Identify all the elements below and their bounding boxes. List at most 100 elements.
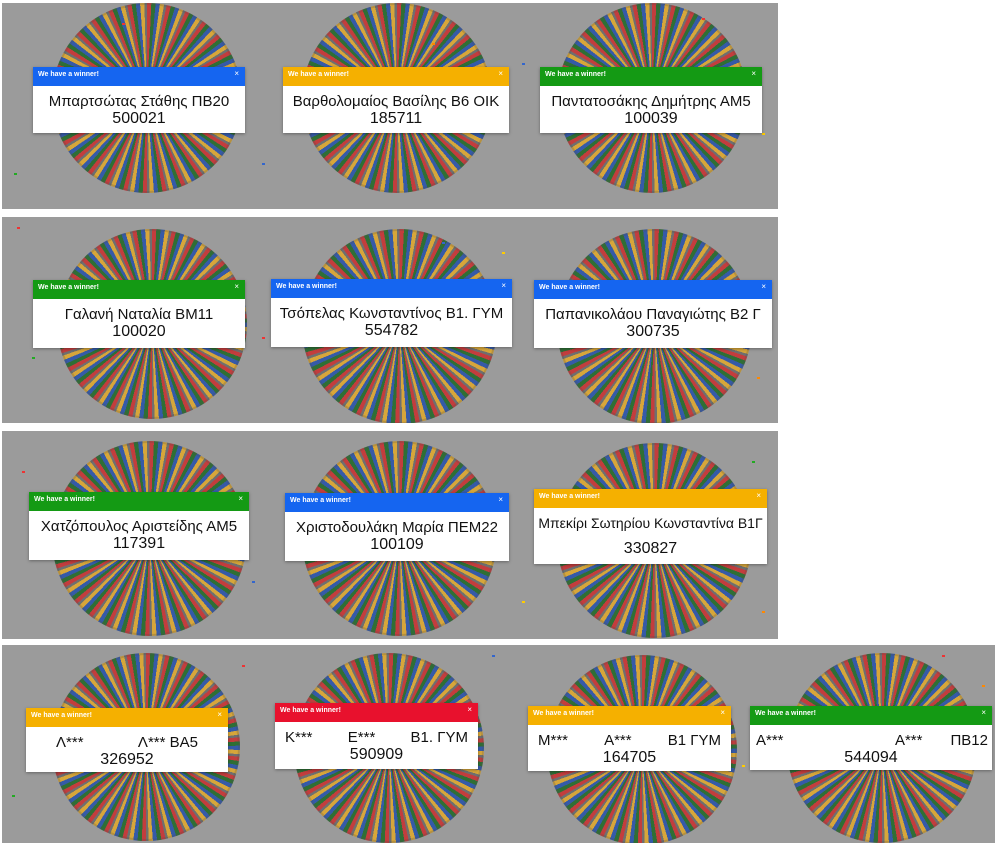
popup-header: We have a winner! × [285,493,509,512]
popup-title: We have a winner! [545,71,606,78]
confetti [442,242,445,244]
confetti [762,133,765,135]
masked-surname: Λ*** [56,734,84,751]
winner-popup: We have a winner! × Γαλανή Ναταλία ΒΜ11 … [33,280,245,348]
confetti [752,461,755,463]
close-icon[interactable]: × [981,708,986,718]
winner-popup: We have a winner! × Μπαρτσώτας Στάθης ΠΒ… [33,67,245,133]
confetti [942,655,945,657]
winner-name: Παπανικολάου Παναγιώτης Β2 Γ [545,306,761,323]
screenshot-panel-2: We have a winner! × Γαλανή Ναταλία ΒΜ11 … [2,217,778,423]
popup-header: We have a winner! × [540,67,762,86]
confetti [502,252,505,254]
confetti [12,795,15,797]
winner-number: 544094 [844,749,898,766]
winner-name: Μπαρτσώτας Στάθης ΠΒ20 [48,93,230,110]
close-icon[interactable]: × [234,69,239,79]
confetti [32,357,35,359]
popup-title: We have a winner! [280,707,341,714]
popup-header: We have a winner! × [534,280,772,299]
winner-popup: We have a winner! × Παπανικολάου Παναγιώ… [534,280,772,348]
popup-title: We have a winner! [276,283,337,290]
confetti [14,173,17,175]
close-icon[interactable]: × [238,494,243,504]
winner-number: 554782 [364,322,419,339]
popup-title: We have a winner! [288,71,349,78]
close-icon[interactable]: × [498,495,503,505]
winner-popup: We have a winner! × Χατζόπουλος Αριστείδ… [29,492,249,560]
confetti [742,765,745,767]
winner-name: Γαλανή Ναταλία ΒΜ11 [64,306,214,323]
confetti [122,23,125,25]
class-code: Β1 ΓΥΜ [667,732,721,749]
close-icon[interactable]: × [761,282,766,292]
confetti [522,63,525,65]
masked-surname: Μ*** [538,732,569,749]
winner-name: Μπεκίρι Σωτηρίου Κωνσταντίνα Β1Γ [538,515,763,531]
popup-header: We have a winner! × [271,279,512,298]
close-icon[interactable]: × [234,282,239,292]
winner-popup: We have a winner! × Τσόπελας Κωνσταντίνο… [271,279,512,347]
popup-title: We have a winner! [38,284,99,291]
masked-surname: Κ*** [285,729,313,746]
popup-title: We have a winner! [533,710,594,717]
confetti [242,665,245,667]
winner-popup: We have a winner! × Παντατοσάκης Δημήτρη… [540,67,762,133]
close-icon[interactable]: × [498,69,503,79]
popup-title: We have a winner! [38,71,99,78]
confetti [22,471,25,473]
masked-surname: Α*** [756,732,784,749]
winner-name: Τσόπελας Κωνσταντίνος Β1. ΓΥΜ [279,305,504,322]
confetti [262,163,265,165]
winner-number: 185711 [369,110,423,127]
confetti [492,655,495,657]
close-icon[interactable]: × [217,710,222,720]
close-icon[interactable]: × [720,708,725,718]
class-code: ΠΒ12 [950,732,988,749]
screenshot-panel-1: We have a winner! × Μπαρτσώτας Στάθης ΠΒ… [2,3,778,209]
popup-title: We have a winner! [34,496,95,503]
winner-popup: We have a winner! × Κ*** Ε*** Β1. ΓΥΜ 59… [275,703,478,769]
popup-title: We have a winner! [755,710,816,717]
popup-header: We have a winner! × [528,706,731,725]
close-icon[interactable]: × [467,705,472,715]
winner-popup: We have a winner! × Μπεκίρι Σωτηρίου Κων… [534,489,767,564]
popup-header: We have a winner! × [750,706,992,725]
winner-number: 300735 [626,323,680,340]
popup-header: We have a winner! × [29,492,249,511]
confetti [432,43,435,45]
screenshot-panel-4: We have a winner! × Λ*** Λ*** ΒΑ5 326952… [2,645,995,843]
masked-firstname: Ε*** [347,729,376,746]
class-code: Β1. ΓΥΜ [410,729,468,746]
masked-firstname: Α*** [604,732,632,749]
winner-name: Χριστοδουλάκη Μαρία ΠΕΜ22 [296,519,498,536]
winner-number: 590909 [349,746,404,763]
confetti [762,611,765,613]
popup-header: We have a winner! × [33,67,245,86]
screenshot-panel-3: We have a winner! × Χατζόπουλος Αριστείδ… [2,431,778,639]
close-icon[interactable]: × [756,491,761,501]
winner-number: 330827 [623,540,678,557]
winner-number: 100039 [624,110,678,127]
confetti [252,581,255,583]
winner-popup: We have a winner! × Α*** Α*** ΠΒ12 54409… [750,706,992,770]
winner-number: 164705 [602,749,657,766]
winner-popup: We have a winner! × Βαρθολομαίος Βασίλης… [283,67,509,133]
popup-title: We have a winner! [539,493,600,500]
winner-number: 100020 [112,323,166,340]
winner-name: Βαρθολομαίος Βασίλης Β6 ΟΙΚ [292,93,500,110]
close-icon[interactable]: × [751,69,756,79]
confetti [757,377,760,379]
winner-number: 326952 [100,751,154,768]
class-code: ΒΑ5 [169,734,198,751]
winner-name: Χατζόπουλος Αριστείδης ΑΜ5 [40,518,238,535]
popup-header: We have a winner! × [275,703,478,722]
popup-header: We have a winner! × [534,489,767,508]
winner-number: 100109 [370,536,424,553]
close-icon[interactable]: × [501,281,506,291]
popup-title: We have a winner! [290,497,351,504]
masked-firstname: Α*** [894,732,923,749]
winner-name-masked: Μ*** Α*** Β1 ΓΥΜ [528,732,731,749]
confetti [522,601,525,603]
winner-name-masked: Κ*** Ε*** Β1. ΓΥΜ [275,729,478,746]
